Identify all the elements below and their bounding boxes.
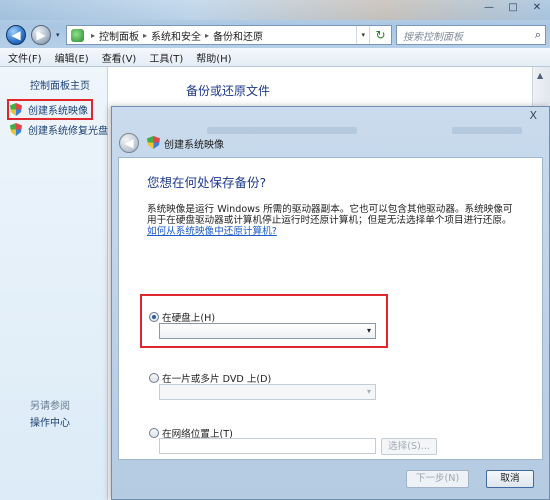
dialog-description: 系统映像是运行 Windows 所需的驱动器副本。它也可以包含其他驱动器。系统映… [147, 204, 517, 237]
sidebar-item-create-system-image[interactable]: 创建系统映像 [7, 99, 93, 120]
sidebar-item-create-repair-disc[interactable]: 创建系统修复光盘 [10, 122, 108, 137]
restore-help-link[interactable]: 如何从系统映像中还原计算机? [147, 226, 277, 237]
description-text: 系统映像是运行 Windows 所需的驱动器副本。它也可以包含其他驱动器。系统映… [147, 204, 513, 226]
network-location-input[interactable] [159, 438, 376, 454]
radio-hard-disk-label: 在硬盘上(H) [162, 313, 216, 324]
cancel-button[interactable]: 取消 [486, 470, 534, 488]
menu-help[interactable]: 帮助(H) [196, 50, 231, 65]
menu-edit[interactable]: 编辑(E) [55, 50, 89, 65]
breadcrumb-separator-icon: ▸ [91, 30, 96, 40]
scroll-up-icon[interactable]: ▲ [537, 71, 543, 80]
action-center-link[interactable]: 操作中心 [30, 414, 70, 429]
minimize-button[interactable]: — [482, 2, 496, 14]
control-panel-home-link[interactable]: 控制面板主页 [30, 77, 90, 92]
radio-selected-icon[interactable] [149, 312, 159, 322]
breadcrumb-separator-icon: ▸ [143, 30, 148, 40]
breadcrumb-control-panel[interactable]: 控制面板 [99, 28, 139, 43]
chevron-down-icon: ▾ [366, 387, 371, 396]
radio-hard-disk[interactable]: 在硬盘上(H) [149, 310, 215, 324]
breadcrumb-backup-restore[interactable]: 备份和还原 [213, 28, 263, 43]
sidebar-item-label: 创建系统修复光盘 [28, 126, 108, 137]
dialog-close-button[interactable]: X [529, 109, 537, 122]
shield-icon [147, 136, 160, 149]
dvd-select[interactable]: ▾ [159, 384, 376, 400]
search-placeholder: 搜索控制面板 [403, 31, 463, 43]
titlebar [0, 0, 550, 20]
refresh-icon[interactable]: ↻ [369, 26, 391, 44]
radio-unselected-icon[interactable] [149, 428, 159, 438]
address-bar[interactable]: ▸ 控制面板 ▸ 系统和安全 ▸ 备份和还原 ▾ ↻ [66, 25, 392, 45]
back-button[interactable]: ◀ [6, 25, 26, 45]
radio-unselected-icon[interactable] [149, 373, 159, 383]
menu-file[interactable]: 文件(F) [8, 50, 42, 65]
search-input[interactable]: 搜索控制面板 ⌕ [396, 25, 546, 45]
control-panel-icon [71, 28, 84, 42]
radio-dvd[interactable]: 在一片或多片 DVD 上(D) [149, 371, 271, 385]
forward-button[interactable]: ▶ [31, 25, 51, 45]
breadcrumb-separator-icon: ▸ [205, 30, 210, 40]
close-button[interactable]: ✕ [530, 2, 544, 14]
hard-disk-select[interactable]: ▾ [159, 323, 376, 339]
page-title: 备份或还原文件 [186, 84, 271, 98]
dialog-title: 创建系统映像 [164, 140, 224, 151]
blurred-background-text [207, 127, 357, 134]
address-dropdown-icon[interactable]: ▾ [356, 26, 369, 44]
shield-icon [10, 103, 22, 116]
chevron-down-icon: ▾ [366, 326, 371, 335]
search-icon[interactable]: ⌕ [535, 28, 541, 42]
create-system-image-dialog: X ◀ 创建系统映像 您想在何处保存备份? 系统映像是运行 Windows 所需… [111, 106, 550, 500]
maximize-button[interactable]: □ [506, 2, 520, 14]
radio-dvd-label: 在一片或多片 DVD 上(D) [162, 374, 272, 385]
dialog-heading: 您想在何处保存备份? [147, 175, 267, 190]
breadcrumb-system-security[interactable]: 系统和安全 [151, 28, 201, 43]
shield-icon [10, 123, 22, 136]
see-also-heading: 另请参阅 [30, 401, 70, 412]
explorer-top-frame: — □ ✕ ◀ ▶ ▾ ▸ 控制面板 ▸ 系统和安全 ▸ 备份和还原 ▾ ↻ 搜… [0, 0, 550, 48]
blurred-background-text [452, 127, 522, 134]
dialog-body: 您想在何处保存备份? 系统映像是运行 Windows 所需的驱动器副本。它也可以… [118, 157, 543, 460]
recent-pages-icon[interactable]: ▾ [56, 31, 60, 39]
select-button[interactable]: 选择(S)... [381, 438, 437, 455]
menu-tools[interactable]: 工具(T) [149, 50, 183, 65]
dialog-back-button[interactable]: ◀ [119, 133, 139, 153]
menu-bar: 文件(F) 编辑(E) 查看(V) 工具(T) 帮助(H) [0, 48, 550, 67]
menu-view[interactable]: 查看(V) [102, 50, 137, 65]
sidebar-item-label: 创建系统映像 [28, 106, 88, 117]
next-button[interactable]: 下一步(N) [406, 470, 469, 488]
left-nav-pane: 控制面板主页 创建系统映像 创建系统修复光盘 [0, 67, 108, 500]
